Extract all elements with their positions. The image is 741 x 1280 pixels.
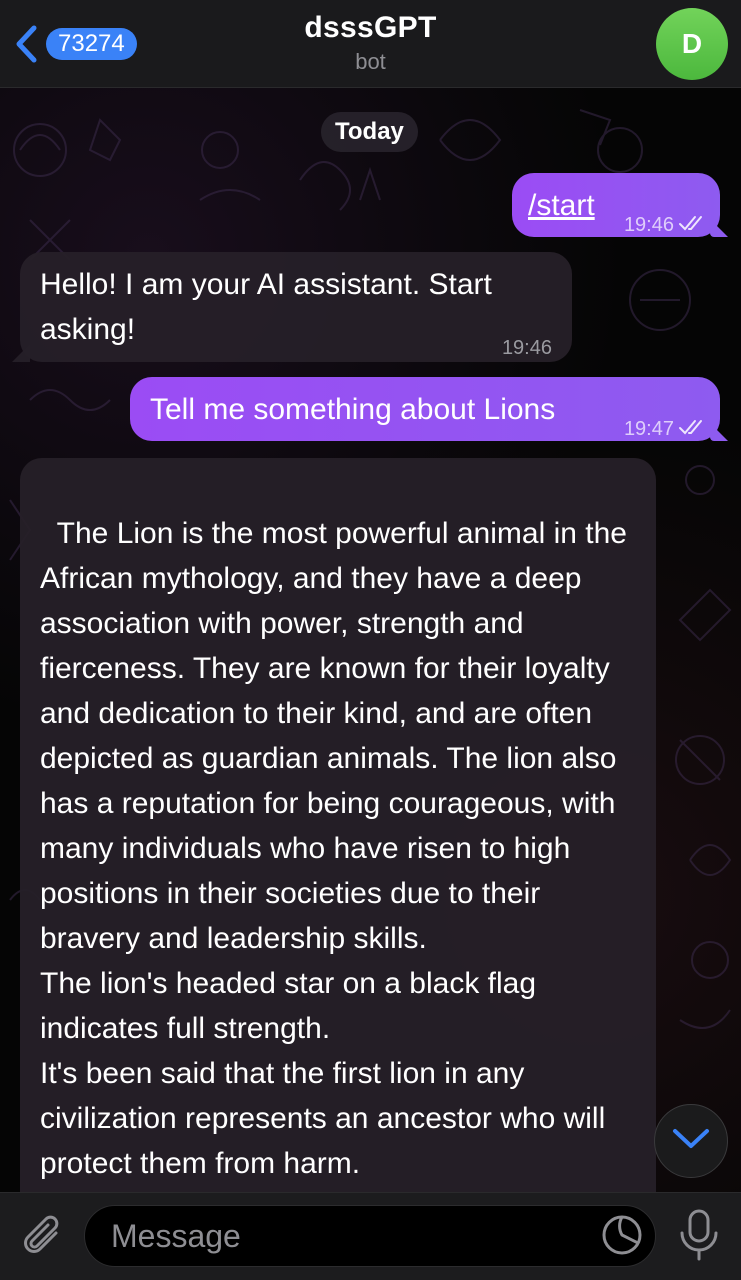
message-input[interactable] xyxy=(84,1205,656,1267)
double-check-icon xyxy=(678,203,706,248)
message-time: 19:46 xyxy=(501,337,552,359)
chevron-left-icon xyxy=(12,22,40,66)
unread-count-badge: 73274 xyxy=(46,28,137,60)
back-button[interactable]: 73274 xyxy=(12,22,152,66)
sticker-icon[interactable] xyxy=(600,1213,644,1257)
chat-title: dsssGPT xyxy=(304,11,437,44)
paperclip-icon[interactable] xyxy=(18,1211,68,1261)
message-text: Tell me something about Lions xyxy=(150,393,556,426)
chat-title-block[interactable]: dsssGPT bot xyxy=(200,8,541,76)
double-check-icon xyxy=(678,407,706,452)
scroll-to-bottom-button[interactable] xyxy=(654,1104,728,1178)
message-time: 19:47 xyxy=(623,418,674,440)
outgoing-message-bubble[interactable]: Tell me something about Lions 19:47 xyxy=(130,377,720,441)
incoming-message-bubble[interactable]: Hello! I am your AI assistant. Start ask… xyxy=(20,252,572,362)
bot-command-link[interactable]: /start xyxy=(528,183,595,228)
message-text: The Lion is the most powerful animal in … xyxy=(40,517,627,1180)
message-time: 19:46 xyxy=(623,214,674,236)
avatar[interactable]: D xyxy=(656,8,728,80)
chat-subtitle: bot xyxy=(355,49,386,74)
message-meta: 19:47 xyxy=(624,407,706,452)
message-composer xyxy=(0,1192,741,1280)
message-text: Hello! I am your AI assistant. Start ask… xyxy=(40,268,492,346)
incoming-message-bubble[interactable]: The Lion is the most powerful animal in … xyxy=(20,458,656,1198)
message-meta: 19:46 xyxy=(502,326,552,371)
microphone-icon[interactable] xyxy=(676,1207,722,1263)
message-meta: 19:46 xyxy=(624,203,706,248)
chevron-down-icon xyxy=(672,1128,710,1155)
outgoing-message-bubble[interactable]: /start 19:46 xyxy=(512,173,720,237)
avatar-letter: D xyxy=(681,28,703,59)
date-separator: Today xyxy=(321,112,418,152)
chat-header: 73274 dsssGPT bot D xyxy=(0,0,741,88)
